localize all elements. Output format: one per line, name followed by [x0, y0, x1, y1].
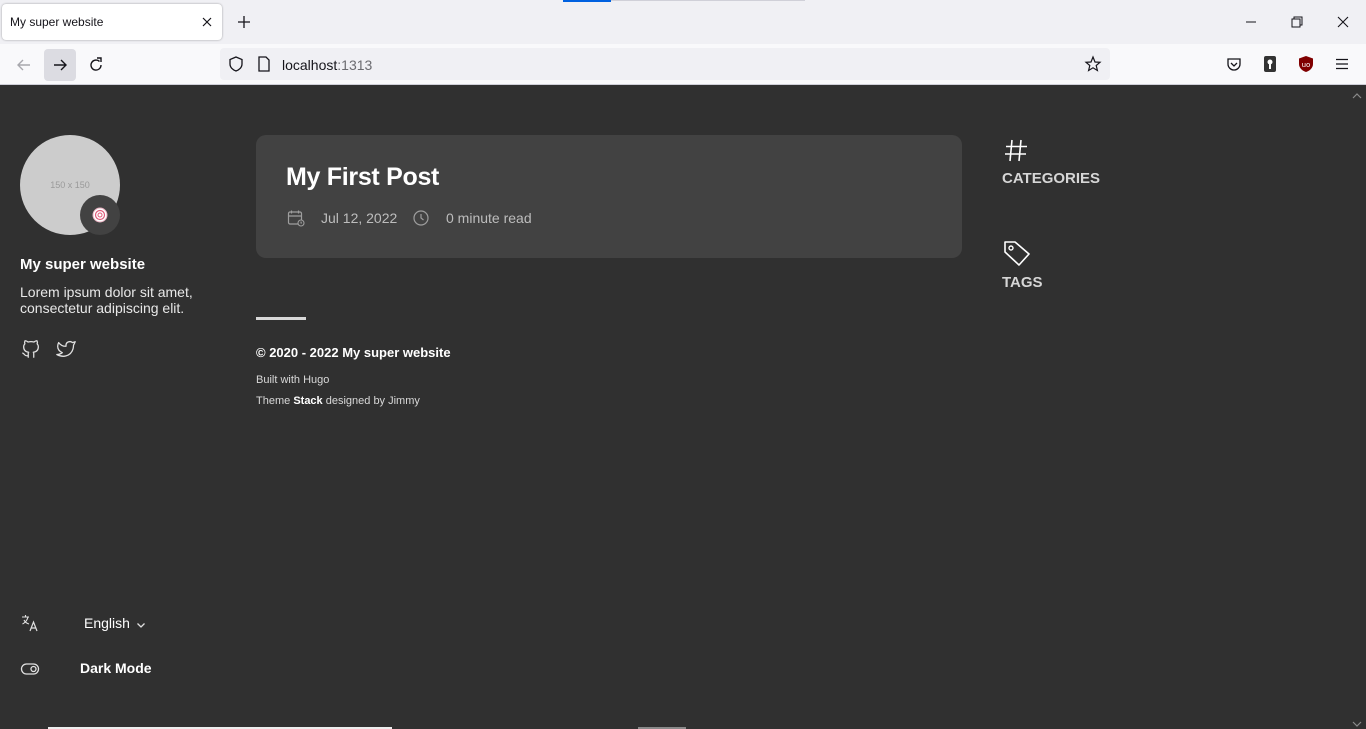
calendar-icon [287, 209, 305, 227]
post-card[interactable]: My First Post Jul 12, 2022 0 minute read [256, 135, 962, 258]
toggle-icon[interactable] [20, 659, 40, 679]
menu-hamburger-icon[interactable] [1332, 54, 1352, 74]
restore-icon[interactable] [1288, 13, 1306, 31]
back-arrow-icon [17, 59, 30, 71]
post-read-time: 0 minute read [446, 210, 532, 226]
url-port: :1313 [337, 57, 373, 73]
tab-strip-indicator [563, 0, 611, 2]
reload-button[interactable] [80, 49, 112, 81]
forward-arrow-icon [54, 59, 67, 71]
close-window-icon[interactable] [1334, 13, 1352, 31]
avatar-placeholder-text: 150 x 150 [50, 180, 90, 190]
tab-strip-divider [611, 0, 805, 1]
bookmark-star-icon[interactable] [1084, 55, 1102, 73]
github-icon[interactable] [20, 338, 42, 360]
page-icon[interactable] [255, 55, 273, 73]
navigation-toolbar: localhost:1313 uo [0, 44, 1366, 85]
theme-credit: Theme Stack designed by Jimmy [256, 395, 420, 407]
scroll-down-icon[interactable] [1351, 716, 1363, 727]
built-with[interactable]: Built with Hugo [256, 374, 329, 386]
svg-text:uo: uo [1302, 61, 1311, 69]
password-manager-icon[interactable] [1260, 54, 1280, 74]
active-tab[interactable]: My super website [2, 4, 222, 40]
tab-title: My super website [10, 15, 104, 29]
site-title[interactable]: My super website [20, 256, 145, 273]
theme-name-link[interactable]: Stack [293, 395, 322, 407]
close-tab-icon[interactable] [198, 13, 216, 31]
lollipop-icon [92, 207, 108, 223]
url-host: localhost [282, 57, 338, 73]
tag-icon [1002, 238, 1032, 268]
twitter-icon[interactable] [55, 338, 77, 360]
post-date: Jul 12, 2022 [321, 210, 398, 226]
reload-icon [90, 57, 102, 71]
theme-prefix: Theme [256, 395, 291, 407]
categories-title: CATEGORIES [1002, 170, 1101, 187]
dark-mode-toggle-label[interactable]: Dark Mode [80, 660, 152, 676]
language-select[interactable]: English [84, 615, 130, 631]
page-content: 150 x 150 My super website Lorem ipsum d… [0, 85, 1366, 729]
url-text[interactable]: localhost:1313 [282, 57, 372, 73]
shield-icon[interactable] [227, 55, 245, 73]
tab-strip: My super website [0, 0, 1366, 44]
clock-icon [412, 209, 430, 227]
language-icon [20, 613, 40, 633]
pocket-icon[interactable] [1224, 54, 1244, 74]
emoji-badge [80, 195, 120, 235]
copyright: © 2020 - 2022 My super website [256, 345, 451, 360]
address-bar[interactable]: localhost:1313 [220, 48, 1110, 80]
scroll-up-icon[interactable] [1351, 88, 1363, 99]
ublock-icon[interactable]: uo [1296, 54, 1316, 74]
post-title[interactable]: My First Post [286, 163, 439, 192]
hashtag-icon [1002, 135, 1032, 165]
tags-title: TAGS [1002, 274, 1043, 291]
forward-button[interactable] [44, 49, 76, 81]
theme-suffix[interactable]: designed by Jimmy [326, 395, 420, 407]
new-tab-icon[interactable] [234, 12, 254, 32]
minimize-icon[interactable] [1242, 13, 1260, 31]
chevron-down-icon[interactable] [135, 618, 147, 630]
site-description: Lorem ipsum dolor sit amet, consectetur … [20, 284, 193, 316]
footer-divider [256, 317, 306, 320]
back-button[interactable] [8, 49, 40, 81]
